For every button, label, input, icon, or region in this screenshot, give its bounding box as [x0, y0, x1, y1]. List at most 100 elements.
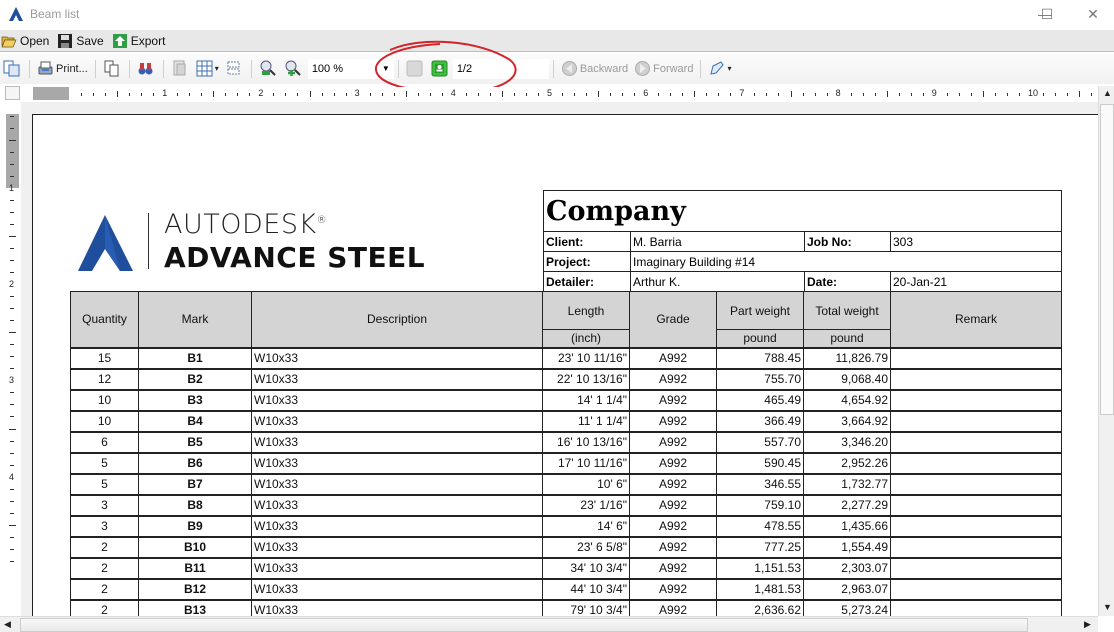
cell-length: 11' 1 1/4" [542, 409, 630, 432]
open-button[interactable]: Open [1, 34, 49, 48]
cell-grade: A992 [629, 346, 717, 369]
ruler-tick [10, 356, 14, 358]
export-label: Export [130, 33, 166, 48]
cell-part-weight: 590.45 [716, 451, 804, 474]
ruler-tick [10, 248, 14, 250]
single-page-button[interactable] [171, 58, 190, 80]
cell-remark [890, 346, 1062, 369]
cell-total-weight: 2,277.29 [803, 493, 891, 516]
ruler-tick [201, 93, 203, 96]
print-button[interactable]: Print... [37, 58, 88, 80]
ruler-number: 2 [9, 279, 15, 290]
cell-total-weight: 1,732.77 [803, 472, 891, 495]
report-header-info: Company Client: M. Barria Job No: 303 Pr… [543, 190, 1062, 292]
cell-length: 14' 6" [542, 514, 630, 537]
ruler-tick [10, 488, 14, 490]
cell-mark: B9 [138, 514, 252, 537]
logo-product-text: ADVANCE STEEL [164, 241, 426, 274]
ruler-tick [177, 93, 179, 96]
scroll-right-icon[interactable]: ▶ [1084, 619, 1091, 630]
page-layout-icon [3, 60, 20, 77]
close-button[interactable]: ✕ [1070, 0, 1114, 28]
horizontal-ruler: 1 2 3 4 5 6 7 8 9 10 [33, 87, 1096, 100]
scroll-up-icon[interactable]: ▲ [1103, 88, 1112, 98]
ruler-tick [93, 93, 95, 96]
cell-description: W10x33 [251, 451, 543, 474]
cell-quantity: 12 [70, 367, 139, 390]
backward-button[interactable]: Backward [561, 58, 628, 80]
ruler-tick [9, 236, 16, 238]
forward-button[interactable]: Forward [634, 58, 693, 80]
ruler-tick [9, 139, 16, 141]
zoom-out-button[interactable] [259, 58, 278, 80]
cell-part-weight: 1,481.53 [716, 577, 804, 600]
cell-part-weight: 557.70 [716, 430, 804, 453]
cell-remark [890, 535, 1062, 558]
ruler-tick [562, 93, 564, 96]
logo-divider [148, 213, 149, 269]
cell-total-weight: 3,664.92 [803, 409, 891, 432]
cell-total-weight: 2,303.07 [803, 556, 891, 579]
ruler-tick [1079, 91, 1081, 97]
table-row: 3 B9 W10x33 14' 6" A992 478.55 1,435.66 [70, 514, 1062, 537]
cell-grade: A992 [629, 388, 717, 411]
backward-icon [561, 61, 577, 76]
ruler-tick [802, 93, 804, 96]
ruler-number: 1 [162, 88, 168, 98]
ruler-tick [10, 127, 14, 129]
continuous-view-button[interactable] [225, 58, 244, 80]
red-annotation-circle [374, 40, 517, 94]
vertical-scrollbar[interactable]: ▲ ▼ [1098, 86, 1114, 616]
cell-quantity: 3 [70, 514, 139, 537]
cell-remark [890, 493, 1062, 516]
export-arrow-icon [112, 33, 127, 48]
cell-part-weight: 1,151.53 [716, 556, 804, 579]
page-setup-button[interactable] [3, 58, 22, 80]
ruler-tick [610, 93, 612, 96]
ruler-tick [10, 320, 14, 322]
export-button[interactable]: Export [112, 33, 166, 48]
find-button[interactable] [137, 58, 156, 80]
cell-mark: B2 [138, 367, 252, 390]
multi-page-button[interactable]: ▾ [196, 58, 219, 80]
cell-description: W10x33 [251, 367, 543, 390]
cell-remark [890, 598, 1062, 616]
ruler-tick [1055, 93, 1057, 96]
cell-part-weight: 346.55 [716, 472, 804, 495]
cell-mark: B13 [138, 598, 252, 616]
continuous-pages-icon [227, 61, 240, 75]
header-grade: Grade [629, 291, 717, 348]
maximize-button[interactable]: ☐ [1024, 0, 1070, 28]
table-row: 6 B5 W10x33 16' 10 13/16" A992 557.70 3,346.20 [70, 430, 1062, 453]
edit-mode-button[interactable]: ▾ [708, 58, 731, 80]
vertical-scroll-thumb[interactable] [1100, 104, 1114, 415]
zoom-in-button[interactable] [284, 58, 303, 80]
binoculars-icon [138, 63, 153, 75]
ruler-tick [465, 93, 467, 96]
save-button[interactable]: Save [57, 33, 104, 48]
zoom-level-value: 100 % [311, 62, 344, 75]
cell-total-weight: 9,068.40 [803, 367, 891, 390]
ruler-tick [105, 93, 107, 96]
cell-mark: B10 [138, 535, 252, 558]
horizontal-scroll-thumb[interactable] [20, 618, 1028, 632]
ruler-tick [285, 93, 287, 96]
cell-grade: A992 [629, 472, 717, 495]
ruler-tick [10, 452, 14, 454]
scroll-left-icon[interactable]: ◀ [4, 619, 11, 630]
cell-quantity: 3 [70, 493, 139, 516]
scroll-down-icon[interactable]: ▼ [1103, 602, 1112, 612]
cell-grade: A992 [629, 493, 717, 516]
cell-part-weight: 478.55 [716, 514, 804, 537]
ruler-tick [718, 93, 720, 96]
cell-remark [890, 409, 1062, 432]
horizontal-scrollbar[interactable]: ◀ ▶ [0, 616, 1098, 632]
header-part-weight-unit: pound [716, 329, 804, 348]
cell-part-weight: 465.49 [716, 388, 804, 411]
cell-description: W10x33 [251, 493, 543, 516]
cell-mark: B5 [138, 430, 252, 453]
ruler-tick [10, 512, 14, 514]
cell-remark [890, 367, 1062, 390]
copy-button[interactable] [103, 58, 122, 80]
ruler-number: 2 [258, 88, 264, 98]
